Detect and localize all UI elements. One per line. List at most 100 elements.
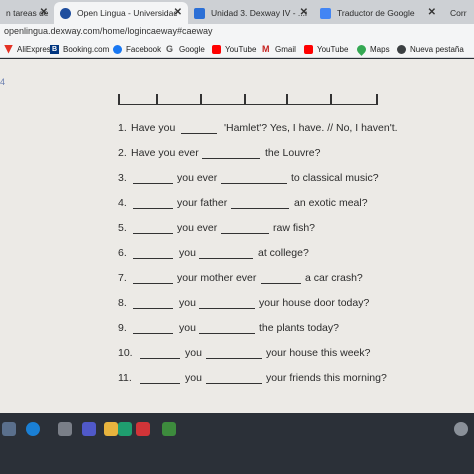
item-text-start: your father xyxy=(177,197,228,209)
item-text-end: a car crash? xyxy=(305,272,363,284)
taskbar xyxy=(0,413,474,474)
item-number: 2. xyxy=(118,147,127,159)
tab-tareas[interactable]: n tareas de ✕ xyxy=(0,2,54,24)
app-icon[interactable] xyxy=(136,422,150,436)
url-text[interactable]: openlingua.dexway.com/home/logincaeway#c… xyxy=(4,26,212,36)
bookmark-label: YouTube xyxy=(225,44,257,54)
item-number: 4. xyxy=(118,197,127,209)
dexway-icon xyxy=(194,7,205,19)
user-icon[interactable] xyxy=(454,422,468,436)
item-text-end: your friends this morning? xyxy=(266,372,387,384)
answer-blank[interactable] xyxy=(206,383,262,384)
tab-corr[interactable]: Corr xyxy=(444,2,474,24)
ruler xyxy=(118,93,378,105)
aliexpress-icon xyxy=(4,44,13,54)
item-text-end: your house this week? xyxy=(266,347,371,359)
item-text-end: the Louvre? xyxy=(265,147,321,159)
bookmark-maps[interactable]: Maps xyxy=(355,42,390,56)
taskview-icon[interactable] xyxy=(2,422,16,436)
bookmark-booking[interactable]: B Booking.com xyxy=(50,43,109,55)
bookmark-youtube[interactable]: YouTube xyxy=(212,43,256,55)
page-hint: 4 xyxy=(0,77,6,87)
item-text-start: Have you ever xyxy=(131,147,199,159)
tab-dexway[interactable]: Unidad 3. Dexway IV - ...nub ✕ xyxy=(188,2,314,24)
tab-google-translate[interactable]: Traductor de Google ✕ xyxy=(314,2,442,24)
app-icon-2[interactable] xyxy=(162,422,176,436)
item-text-end: at college? xyxy=(258,247,309,259)
answer-blank[interactable] xyxy=(221,183,287,184)
item-text-start: you xyxy=(185,347,202,359)
answer-blank[interactable] xyxy=(199,333,255,334)
close-icon[interactable]: ✕ xyxy=(40,7,48,18)
close-icon[interactable]: ✕ xyxy=(300,7,308,18)
teams-icon[interactable] xyxy=(82,422,96,436)
bookmark-label: Maps xyxy=(370,44,390,54)
bookmark-label: Nueva pestaña xyxy=(410,44,464,54)
answer-blank[interactable] xyxy=(140,358,180,359)
item-number: 8. xyxy=(118,297,127,309)
answer-blank[interactable] xyxy=(261,283,301,284)
youtube-icon xyxy=(212,44,221,54)
answer-blank[interactable] xyxy=(206,358,262,359)
answer-blank[interactable] xyxy=(199,308,255,309)
item-number: 10. xyxy=(118,347,133,359)
store-icon[interactable] xyxy=(118,422,132,436)
bookmark-youtube-2[interactable]: YouTube xyxy=(304,43,348,55)
item-text-start: you ever xyxy=(177,172,218,184)
exercise-row-11: 11. you your friends this morning? xyxy=(0,372,474,386)
answer-blank[interactable] xyxy=(133,208,173,209)
close-icon[interactable]: ✕ xyxy=(174,7,182,18)
address-bar[interactable]: openlingua.dexway.com/home/logincaeway#c… xyxy=(0,24,474,40)
tab-label: Traductor de Google xyxy=(337,8,415,18)
item-text-end: 'Hamlet'? Yes, I have. // No, I haven't. xyxy=(224,122,398,134)
answer-blank[interactable] xyxy=(133,283,173,284)
item-text-start: Have you xyxy=(131,122,176,134)
answer-blank[interactable] xyxy=(133,258,173,259)
bookmark-label: Google xyxy=(179,44,205,54)
item-text-start: you xyxy=(179,297,196,309)
bookmark-gmail[interactable]: M Gmail xyxy=(262,43,296,55)
maps-icon xyxy=(355,42,368,56)
bookmark-aliexpress[interactable]: AliExpress xyxy=(4,43,55,55)
item-number: 3. xyxy=(118,172,127,184)
answer-blank[interactable] xyxy=(199,258,253,259)
translate-icon xyxy=(320,7,331,19)
bookmark-google[interactable]: G Google xyxy=(166,43,205,55)
booking-icon: B xyxy=(50,44,59,54)
exercise-row-9: 9. you the plants today? xyxy=(0,322,474,336)
google-icon: G xyxy=(166,43,174,54)
edge-icon[interactable] xyxy=(26,422,40,436)
answer-blank[interactable] xyxy=(133,308,173,309)
exercise-row-10: 10. you your house this week? xyxy=(0,347,474,361)
ruler-tick xyxy=(286,94,288,104)
tab-open-lingua[interactable]: Open Lingua - Universidad C ✕ xyxy=(54,2,188,24)
tab-strip: n tareas de ✕ Open Lingua - Universidad … xyxy=(0,0,474,24)
exercise-row-4: 4. your father an exotic meal? xyxy=(0,197,474,211)
close-icon[interactable]: ✕ xyxy=(428,7,436,18)
exercise-row-7: 7. your mother ever a car crash? xyxy=(0,272,474,286)
bookmark-facebook[interactable]: Facebook xyxy=(113,43,161,55)
answer-blank[interactable] xyxy=(231,208,289,209)
answer-blank[interactable] xyxy=(140,383,180,384)
answer-blank[interactable] xyxy=(221,233,269,234)
folder-icon[interactable] xyxy=(104,422,118,436)
item-text-end: the plants today? xyxy=(259,322,339,334)
bookmark-new-tab[interactable]: Nueva pestaña xyxy=(397,43,464,55)
answer-blank[interactable] xyxy=(202,158,260,159)
youtube-icon xyxy=(304,44,313,54)
item-text-end: to classical music? xyxy=(291,172,379,184)
facebook-icon xyxy=(113,44,122,54)
exercise-page: 4 1. Have you 'Hamlet'? Yes, I have. // … xyxy=(0,59,474,413)
answer-blank[interactable] xyxy=(133,333,173,334)
new-tab-icon xyxy=(397,44,406,54)
answer-blank[interactable] xyxy=(133,233,173,234)
item-text-start: you xyxy=(179,322,196,334)
gmail-icon: M xyxy=(262,43,270,54)
tab-label: Open Lingua - Universidad C xyxy=(77,8,177,18)
ruler-tick xyxy=(376,94,378,104)
answer-blank[interactable] xyxy=(181,133,217,134)
answer-blank[interactable] xyxy=(133,183,173,184)
exercise-row-3: 3. you ever to classical music? xyxy=(0,172,474,186)
tab-label: Corr xyxy=(450,8,467,18)
settings-icon[interactable] xyxy=(58,422,72,436)
